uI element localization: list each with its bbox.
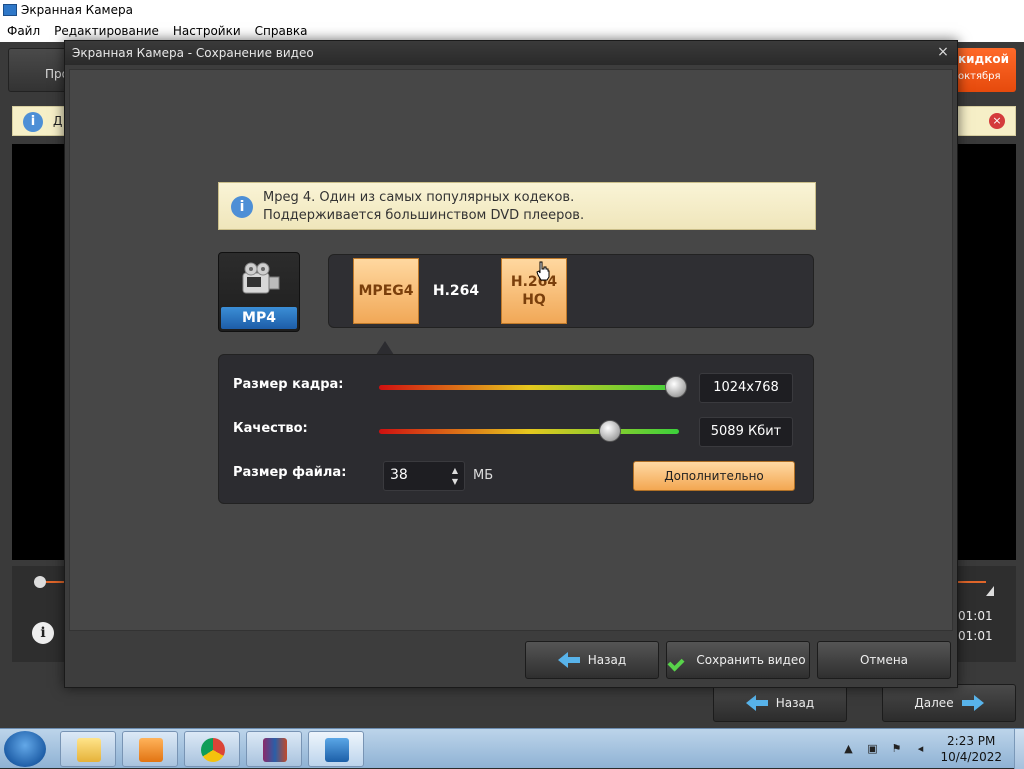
format-badge[interactable]: MP4	[218, 252, 300, 332]
close-icon[interactable]: ×	[935, 44, 951, 60]
arrow-left-icon	[557, 652, 580, 668]
taskbar: ▲ ▣ ⚑ ◂ 2:23 PM 10/4/2022	[0, 728, 1024, 769]
taskbar-winrar[interactable]	[246, 731, 302, 767]
codec-h264-button[interactable]: H.264	[423, 258, 489, 324]
taskbar-explorer[interactable]	[60, 731, 116, 767]
frame-size-label: Размер кадра:	[233, 377, 344, 392]
dialog-content: i Mpeg 4. Один из самых популярных кодек…	[69, 69, 953, 631]
promo-line2: октября	[958, 71, 1001, 82]
start-button[interactable]	[4, 731, 46, 767]
close-info-icon[interactable]: ×	[989, 113, 1005, 129]
system-tray: ▲ ▣ ⚑ ◂ 2:23 PM 10/4/2022	[836, 729, 1024, 769]
monitor-icon	[325, 738, 349, 762]
stepper-arrows-icon[interactable]: ▲ ▼	[450, 465, 460, 487]
dialog-title: Экранная Камера - Сохранение видео	[72, 46, 314, 60]
dialog-titlebar[interactable]: Экранная Камера - Сохранение видео ×	[65, 41, 957, 65]
media-player-icon	[139, 738, 163, 762]
bg-back-label: Назад	[775, 696, 815, 710]
arrow-left-icon	[745, 695, 768, 711]
camcorder-icon	[242, 262, 280, 294]
bg-left-button[interactable]: Про	[8, 48, 69, 92]
bg-next-label: Далее	[914, 696, 954, 710]
codec-mpeg4-button[interactable]: MPEG4	[353, 258, 419, 324]
codec-selector: MPEG4 H.264 H.264 HQ	[328, 254, 814, 328]
hand-cursor-icon	[536, 261, 550, 281]
archive-icon	[263, 738, 287, 762]
time-readout-1: 01:01	[958, 609, 993, 623]
timeline-handle[interactable]	[34, 576, 46, 588]
arrow-right-icon	[961, 695, 984, 711]
timeline-end-marker[interactable]	[986, 586, 994, 596]
cancel-button[interactable]: Отмена	[817, 641, 951, 679]
codec-h264hq-button[interactable]: H.264 HQ	[501, 258, 567, 324]
timeline-progress	[46, 581, 66, 583]
clock-time: 2:23 PM	[947, 734, 996, 748]
advanced-button[interactable]: Дополнительно	[633, 461, 795, 491]
info-round-icon[interactable]: i	[32, 622, 54, 644]
show-desktop-button[interactable]	[1014, 729, 1024, 769]
file-size-unit: МБ	[473, 468, 494, 483]
time-readout-2: 01:01	[958, 629, 993, 643]
info-icon: i	[23, 112, 43, 132]
file-size-stepper[interactable]: 38 ▲ ▼	[383, 461, 465, 491]
network-icon[interactable]: ▣	[864, 741, 880, 757]
frame-size-value: 1024x768	[699, 373, 793, 403]
codec-info-line1: Mpeg 4. Один из самых популярных кодеков…	[263, 190, 575, 205]
check-icon	[670, 653, 688, 667]
taskbar-media-player[interactable]	[122, 731, 178, 767]
chevron-up-icon[interactable]: ▲	[840, 741, 856, 757]
codec-info-line2: Поддерживается большинством DVD плееров.	[263, 208, 585, 223]
clock[interactable]: 2:23 PM 10/4/2022	[940, 733, 1002, 765]
quality-value: 5089 Кбит	[699, 417, 793, 447]
taskbar-chrome[interactable]	[184, 731, 240, 767]
bg-next-button[interactable]: Далее	[882, 684, 1016, 722]
frame-size-slider[interactable]	[379, 385, 679, 390]
chrome-icon	[201, 738, 225, 762]
menu-settings[interactable]: Настройки	[166, 24, 248, 38]
app-titlebar: Экранная Камера	[0, 0, 1024, 20]
save-video-button[interactable]: Сохранить видео	[666, 641, 810, 679]
taskbar-screen-camera[interactable]	[308, 731, 364, 767]
info-icon: i	[231, 196, 253, 218]
folder-icon	[77, 738, 101, 762]
app-monitor-icon	[3, 4, 17, 16]
codec-info-box: i Mpeg 4. Один из самых популярных кодек…	[218, 182, 816, 230]
menu-help[interactable]: Справка	[248, 24, 315, 38]
save-video-dialog: Экранная Камера - Сохранение видео × i M…	[64, 40, 958, 688]
back-label: Назад	[587, 653, 627, 667]
quality-label: Качество:	[233, 421, 308, 436]
quality-slider[interactable]	[379, 429, 679, 434]
format-label: MP4	[221, 307, 297, 329]
menu-file[interactable]: Файл	[0, 24, 47, 38]
menubar: Файл Редактирование Настройки Справка	[0, 20, 1024, 42]
bg-info-text: Д	[53, 114, 63, 128]
timeline-progress-end	[958, 581, 986, 583]
promo-banner[interactable]: кидкой октября	[950, 48, 1016, 92]
bg-back-button[interactable]: Назад	[713, 684, 847, 722]
file-size-value: 38	[390, 467, 408, 483]
save-label: Сохранить видео	[696, 653, 806, 667]
settings-panel: Размер кадра: 1024x768 Качество: 5089 Кб…	[218, 354, 814, 504]
promo-line1: кидкой	[958, 52, 1010, 66]
frame-size-slider-knob[interactable]	[665, 376, 687, 398]
clock-date: 10/4/2022	[940, 750, 1002, 764]
quality-slider-knob[interactable]	[599, 420, 621, 442]
volume-icon[interactable]: ◂	[912, 741, 928, 757]
file-size-label: Размер файла:	[233, 465, 347, 480]
back-button[interactable]: Назад	[525, 641, 659, 679]
menu-edit[interactable]: Редактирование	[47, 24, 166, 38]
panel-pointer	[376, 341, 394, 355]
app-title: Экранная Камера	[21, 3, 133, 17]
action-center-icon[interactable]: ⚑	[888, 741, 904, 757]
